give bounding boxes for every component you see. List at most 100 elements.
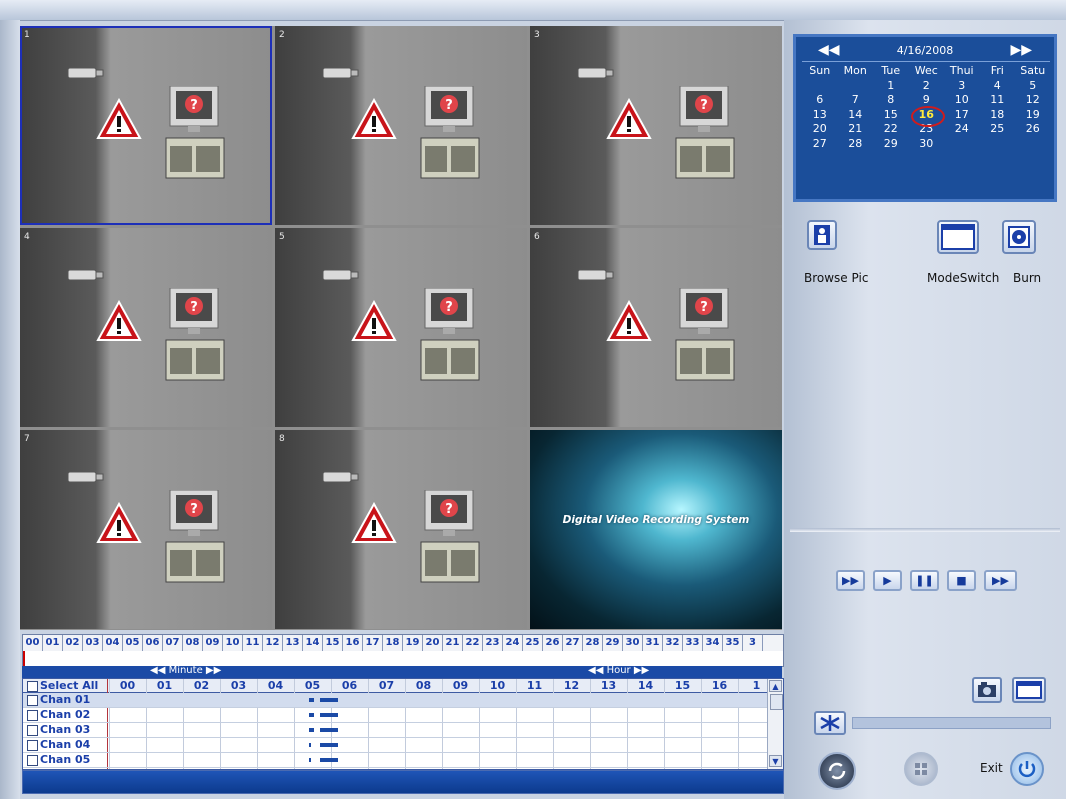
fast-forward-button[interactable]: ▶▶ (984, 570, 1017, 591)
calendar-day[interactable]: 13 (802, 108, 838, 123)
modeswitch-button[interactable] (937, 220, 979, 254)
calendar-day[interactable]: 17 (944, 108, 980, 123)
channel-checkbox[interactable]: Chan 05 (27, 753, 90, 766)
calendar-day[interactable]: 3 (944, 79, 980, 94)
timeline-hour[interactable]: 31 (643, 635, 663, 651)
calendar-day[interactable]: 11 (980, 93, 1016, 108)
hour-nav[interactable]: ◀◀ Hour ▶▶ (588, 665, 649, 676)
calendar-day[interactable]: 24 (944, 122, 980, 137)
calendar-day[interactable]: 14 (838, 108, 874, 123)
timeline-hour[interactable]: 35 (723, 635, 743, 651)
stop-button[interactable]: ■ (947, 570, 976, 591)
video-cell-8[interactable]: 8? (275, 430, 527, 629)
calendar-day[interactable]: 27 (802, 137, 838, 152)
timeline-hour[interactable]: 16 (343, 635, 363, 651)
table-row[interactable]: Chan 05 (23, 753, 767, 768)
timeline-hour[interactable]: 18 (383, 635, 403, 651)
table-row[interactable]: Chan 02 (23, 708, 767, 723)
snapshot-button[interactable] (972, 677, 1002, 703)
timeline-hour[interactable]: 28 (583, 635, 603, 651)
slow-play-button[interactable]: ▶▶ (836, 570, 865, 591)
timeline-hour[interactable]: 07 (163, 635, 183, 651)
table-row[interactable]: Chan 01 (23, 693, 767, 708)
timeline-hour[interactable]: 14 (303, 635, 323, 651)
video-cell-2[interactable]: 2? (275, 26, 527, 225)
timeline-hour[interactable]: 06 (143, 635, 163, 651)
calendar-day[interactable]: 6 (802, 93, 838, 108)
timeline-hour[interactable]: 26 (543, 635, 563, 651)
timeline-hour[interactable]: 30 (623, 635, 643, 651)
timeline-hour[interactable]: 24 (503, 635, 523, 651)
timeline-hour[interactable]: 19 (403, 635, 423, 651)
grid-layout-button[interactable] (904, 752, 938, 786)
timeline-hour[interactable]: 20 (423, 635, 443, 651)
calendar-day[interactable]: 28 (838, 137, 874, 152)
table-row[interactable]: Chan 03 (23, 723, 767, 738)
calendar-day[interactable]: 19 (1015, 108, 1051, 123)
channel-checkbox[interactable]: Chan 02 (27, 708, 90, 721)
refresh-button[interactable] (818, 752, 856, 790)
timeline-hour[interactable]: 00 (23, 635, 43, 651)
timeline-hour[interactable]: 25 (523, 635, 543, 651)
play-button[interactable]: ▶ (873, 570, 902, 591)
calendar-day[interactable]: 15 (873, 108, 909, 123)
burn-button[interactable] (1002, 220, 1036, 254)
video-cell-5[interactable]: 5? (275, 228, 527, 427)
calendar-day[interactable]: 5 (1015, 79, 1051, 94)
timeline-hour[interactable]: 34 (703, 635, 723, 651)
splash-cell[interactable]: Digital Video Recording System (530, 430, 782, 629)
calendar-day[interactable]: 1 (873, 79, 909, 94)
timeline-hour[interactable]: 11 (243, 635, 263, 651)
pause-button[interactable]: ❚❚ (910, 570, 939, 591)
calendar-day[interactable]: 4 (980, 79, 1016, 94)
timeline-hour[interactable]: 21 (443, 635, 463, 651)
video-cell-3[interactable]: 3? (530, 26, 782, 225)
audio-button[interactable] (814, 711, 846, 735)
calendar-day[interactable]: 20 (802, 122, 838, 137)
timeline-hour[interactable]: 10 (223, 635, 243, 651)
calendar-next-button[interactable]: ▶▶ (1010, 43, 1032, 57)
calendar-day[interactable]: 8 (873, 93, 909, 108)
timeline-hour[interactable]: 29 (603, 635, 623, 651)
scroll-down-icon[interactable]: ▼ (769, 755, 782, 767)
timeline-track[interactable] (22, 651, 784, 667)
fullscreen-button[interactable] (1012, 677, 1046, 703)
calendar-day[interactable]: 16 (909, 105, 944, 126)
calendar-day[interactable]: 22 (873, 122, 909, 137)
channel-checkbox[interactable]: Chan 04 (27, 738, 90, 751)
timeline-hour[interactable]: 22 (463, 635, 483, 651)
calendar-day[interactable]: 30 (909, 137, 945, 152)
scroll-thumb[interactable] (770, 694, 783, 710)
volume-slider[interactable] (852, 717, 1051, 729)
video-cell-7[interactable]: 7? (20, 430, 272, 629)
timeline-hour[interactable]: 23 (483, 635, 503, 651)
timeline-hour[interactable]: 12 (263, 635, 283, 651)
browse-pic-button[interactable] (807, 220, 837, 250)
video-cell-1[interactable]: 1? (20, 26, 272, 225)
table-row[interactable]: Chan 04 (23, 738, 767, 753)
timeline-hour[interactable]: 03 (83, 635, 103, 651)
timeline-hour[interactable]: 13 (283, 635, 303, 651)
timeline-hour[interactable]: 09 (203, 635, 223, 651)
calendar-day[interactable]: 18 (980, 108, 1016, 123)
calendar-day[interactable]: 26 (1015, 122, 1051, 137)
timeline-hour[interactable]: 33 (683, 635, 703, 651)
channel-checkbox[interactable]: Chan 01 (27, 693, 90, 706)
select-all-checkbox[interactable]: Select All (27, 679, 98, 692)
exit-button[interactable] (1010, 752, 1044, 786)
timeline-hour[interactable]: 08 (183, 635, 203, 651)
timeline-hour[interactable]: 15 (323, 635, 343, 651)
calendar-day[interactable]: 25 (980, 122, 1016, 137)
timeline-hour[interactable]: 3 (743, 635, 763, 651)
timeline-hour[interactable]: 02 (63, 635, 83, 651)
calendar-day[interactable]: 29 (873, 137, 909, 152)
calendar-day[interactable]: 2 (909, 79, 945, 94)
timeline-hour[interactable]: 04 (103, 635, 123, 651)
timeline-hour-strip[interactable]: 00 01 02 03 04 05 06 07 08 09 10 11 12 13 14 15 16 17 18 19… (22, 634, 784, 652)
timeline-hour[interactable]: 05 (123, 635, 143, 651)
video-cell-6[interactable]: 6? (530, 228, 782, 427)
timeline-hour[interactable]: 32 (663, 635, 683, 651)
calendar-day[interactable]: 21 (838, 122, 874, 137)
calendar-day[interactable]: 12 (1015, 93, 1051, 108)
timeline-hour[interactable]: 01 (43, 635, 63, 651)
